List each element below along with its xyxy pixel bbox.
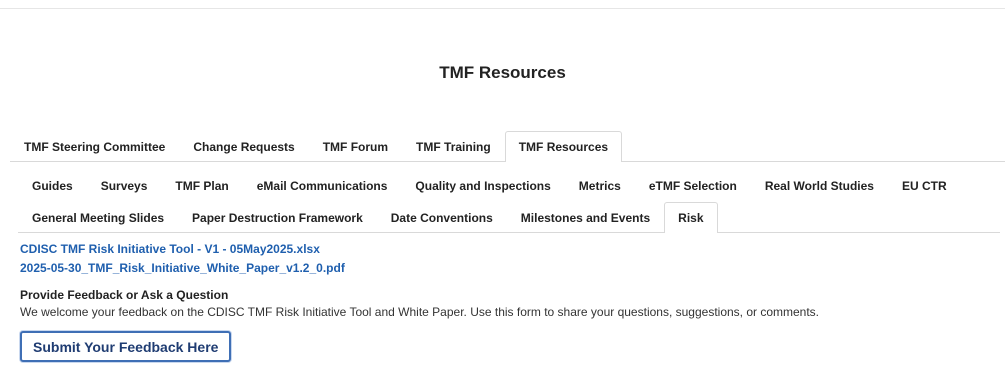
tab-change-requests[interactable]: Change Requests xyxy=(179,131,308,161)
page-title: TMF Resources xyxy=(439,63,566,82)
tab-eu-ctr[interactable]: EU CTR xyxy=(888,171,961,200)
tab-metrics[interactable]: Metrics xyxy=(565,171,635,200)
tab-date-conventions[interactable]: Date Conventions xyxy=(377,202,507,232)
feedback-heading: Provide Feedback or Ask a Question xyxy=(20,288,229,302)
tab-paper-destruction-framework[interactable]: Paper Destruction Framework xyxy=(178,202,377,232)
tab-tmf-training[interactable]: TMF Training xyxy=(402,131,505,161)
tab-email-communications[interactable]: eMail Communications xyxy=(243,171,402,200)
submit-feedback-button[interactable]: Submit Your Feedback Here xyxy=(20,331,232,362)
risk-tab-content: CDISC TMF Risk Initiative Tool - V1 - 05… xyxy=(20,240,990,362)
feedback-description: We welcome your feedback on the CDISC TM… xyxy=(20,305,820,319)
top-divider xyxy=(0,8,1005,9)
white-paper-pdf-link[interactable]: 2025-05-30_TMF_Risk_Initiative_White_Pap… xyxy=(20,259,990,278)
tab-real-world-studies[interactable]: Real World Studies xyxy=(751,171,888,200)
tab-risk[interactable]: Risk xyxy=(664,202,718,233)
risk-tool-xlsx-link[interactable]: CDISC TMF Risk Initiative Tool - V1 - 05… xyxy=(20,240,990,259)
tab-tmf-resources[interactable]: TMF Resources xyxy=(504,131,623,162)
tab-tmf-steering-committee[interactable]: TMF Steering Committee xyxy=(10,131,179,161)
tab-etmf-selection[interactable]: eTMF Selection xyxy=(635,171,751,200)
primary-tab-bar: TMF Steering Committee Change Requests T… xyxy=(10,131,1005,162)
tertiary-tab-bar: General Meeting Slides Paper Destruction… xyxy=(18,202,1000,233)
secondary-tab-bar: Guides Surveys TMF Plan eMail Communicat… xyxy=(18,171,998,200)
tab-milestones-and-events[interactable]: Milestones and Events xyxy=(507,202,664,232)
tab-tmf-forum[interactable]: TMF Forum xyxy=(309,131,402,161)
tab-quality-and-inspections[interactable]: Quality and Inspections xyxy=(401,171,564,200)
tab-surveys[interactable]: Surveys xyxy=(87,171,162,200)
tab-general-meeting-slides[interactable]: General Meeting Slides xyxy=(18,202,178,232)
tab-tmf-plan[interactable]: TMF Plan xyxy=(161,171,242,200)
tab-guides[interactable]: Guides xyxy=(18,171,87,200)
